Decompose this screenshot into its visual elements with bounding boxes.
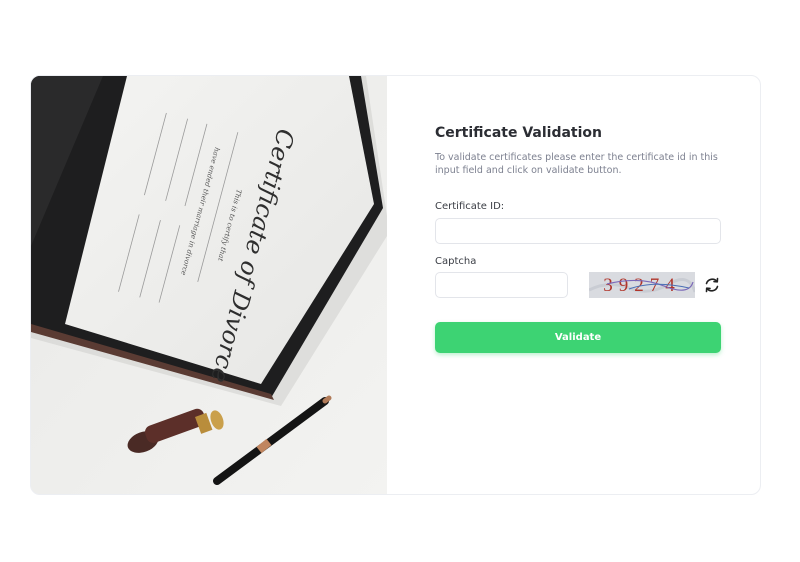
captcha-input[interactable] (435, 272, 568, 298)
certificate-id-label: Certificate ID: (435, 201, 505, 212)
captcha-label: Captcha (435, 256, 477, 267)
captcha-image: 39274 (589, 272, 695, 298)
instructions-text: To validate certificates please enter th… (435, 152, 718, 176)
validation-card: Certificate of Divorce This is to certif… (30, 75, 761, 495)
page-title: Certificate Validation (435, 125, 603, 141)
refresh-icon[interactable] (702, 275, 722, 295)
validation-form: Certificate Validation To validate certi… (435, 76, 725, 494)
validate-button[interactable]: Validate (435, 322, 721, 353)
certificate-id-input[interactable] (435, 218, 721, 244)
certificate-photo: Certificate of Divorce This is to certif… (31, 76, 387, 494)
